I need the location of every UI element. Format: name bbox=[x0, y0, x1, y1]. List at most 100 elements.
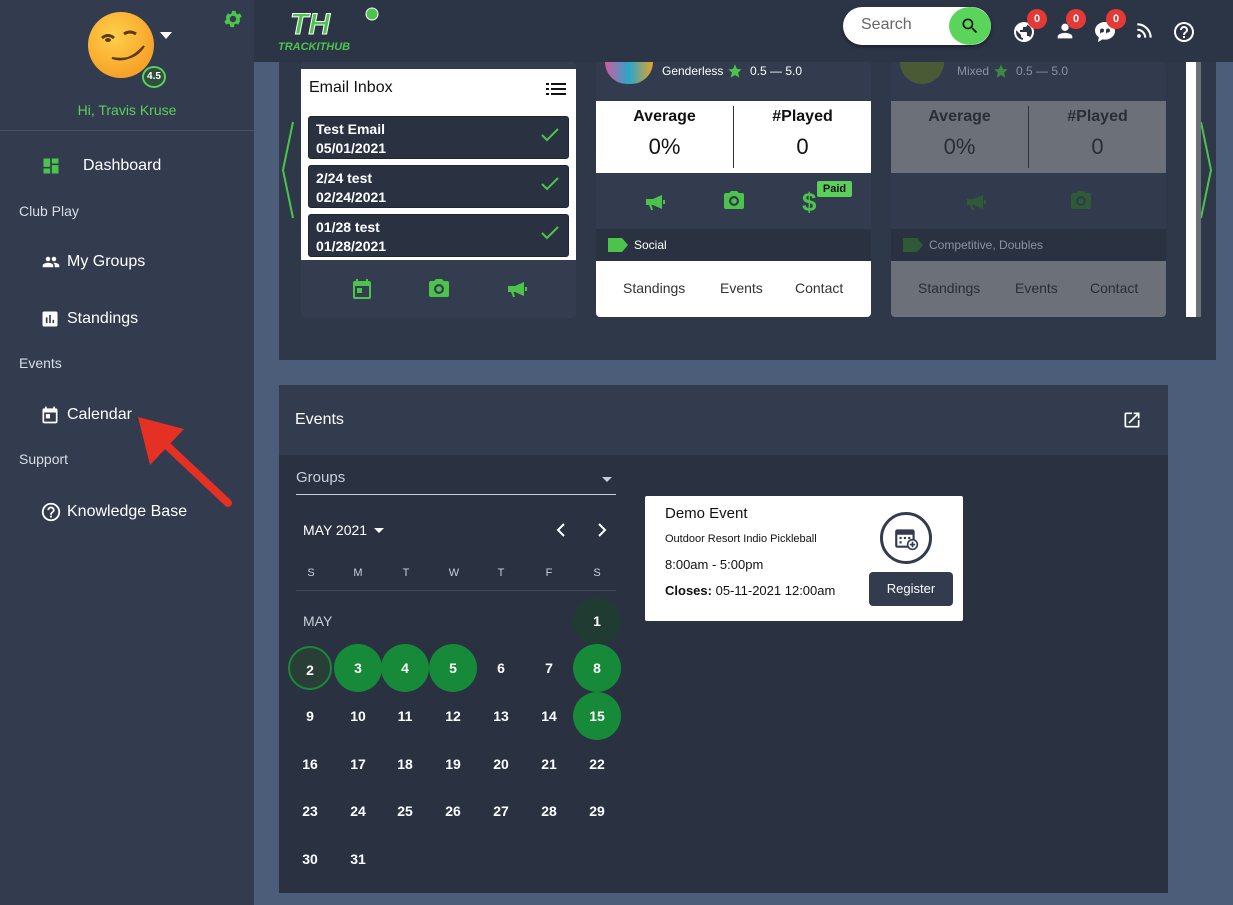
open-in-new-icon[interactable] bbox=[1122, 410, 1142, 430]
calendar-day[interactable]: 27 bbox=[477, 787, 525, 835]
sidebar-item-label: Calendar bbox=[67, 406, 132, 423]
calendar-day[interactable]: 30 bbox=[286, 835, 334, 883]
chat-badge: 0 bbox=[1106, 9, 1126, 29]
user-avatar[interactable] bbox=[88, 12, 154, 78]
search-button[interactable] bbox=[949, 7, 991, 45]
check-icon bbox=[541, 128, 559, 142]
help-icon[interactable] bbox=[1172, 20, 1196, 49]
megaphone-icon[interactable] bbox=[963, 190, 989, 214]
calendar-day[interactable]: 17 bbox=[334, 740, 382, 788]
standings-link[interactable]: Standings bbox=[623, 280, 685, 296]
calendar-day[interactable]: 3 bbox=[334, 644, 382, 692]
group-range: 0.5 — 5.0 bbox=[1016, 64, 1069, 78]
group-icon bbox=[42, 256, 60, 268]
standings-link[interactable]: Standings bbox=[918, 280, 980, 296]
contact-link[interactable]: Contact bbox=[795, 280, 843, 296]
events-title: Events bbox=[295, 411, 344, 428]
dollar-icon[interactable]: $ bbox=[802, 187, 816, 218]
rating-badge: 4.5 bbox=[142, 66, 166, 88]
bar-chart-icon bbox=[42, 311, 58, 327]
app-logo[interactable]: TH TRACKITHUB bbox=[276, 4, 386, 59]
sidebar-item-my-groups[interactable]: My Groups bbox=[40, 253, 145, 271]
calendar-day[interactable]: 4 bbox=[381, 644, 429, 692]
chevron-down-icon[interactable] bbox=[160, 32, 172, 39]
calendar-day[interactable]: 7 bbox=[525, 644, 573, 692]
calendar-day[interactable]: 25 bbox=[381, 787, 429, 835]
calendar-day[interactable]: 23 bbox=[286, 787, 334, 835]
calendar-day[interactable]: 28 bbox=[525, 787, 573, 835]
chevron-left-icon[interactable] bbox=[553, 522, 569, 538]
calendar-day[interactable]: 9 bbox=[286, 692, 334, 740]
event-time: 8:00am - 5:00pm bbox=[665, 557, 764, 572]
sidebar-item-calendar[interactable]: Calendar bbox=[40, 405, 132, 425]
calendar-day[interactable]: 2 bbox=[288, 646, 332, 690]
inbox-item[interactable]: 01/28 test 01/28/2021 bbox=[308, 214, 569, 257]
camera-icon[interactable] bbox=[721, 189, 747, 213]
event-name: Demo Event bbox=[665, 505, 748, 522]
calendar-day[interactable]: 8 bbox=[573, 644, 621, 692]
calendar-day[interactable]: 19 bbox=[429, 740, 477, 788]
calendar-day[interactable]: 31 bbox=[334, 835, 382, 883]
inbox-date: 01/28/2021 bbox=[316, 238, 387, 254]
sidebar-item-dashboard[interactable]: Dashboard bbox=[40, 156, 161, 176]
search-input[interactable] bbox=[861, 16, 951, 34]
calendar-icon[interactable] bbox=[350, 277, 374, 301]
events-link[interactable]: Events bbox=[1015, 280, 1058, 296]
calendar-day[interactable]: 6 bbox=[477, 644, 525, 692]
list-icon[interactable] bbox=[546, 82, 566, 96]
groups-select-label: Groups bbox=[296, 469, 346, 486]
calendar-day[interactable]: 29 bbox=[573, 787, 621, 835]
inbox-item[interactable]: Test Email 05/01/2021 bbox=[308, 116, 569, 159]
gear-icon[interactable] bbox=[222, 8, 244, 35]
contact-link[interactable]: Contact bbox=[1090, 280, 1138, 296]
groups-select[interactable]: Groups bbox=[296, 469, 616, 495]
calendar-day[interactable]: 14 bbox=[525, 692, 573, 740]
group-gender: Genderless bbox=[662, 64, 724, 78]
event-closes-label: Closes: bbox=[665, 583, 712, 598]
paid-badge: Paid bbox=[817, 181, 852, 197]
average-label: Average bbox=[633, 108, 696, 125]
calendar-day[interactable]: 21 bbox=[525, 740, 573, 788]
weekday-label: F bbox=[545, 567, 553, 579]
group-gender: Mixed bbox=[957, 64, 990, 78]
calendar-day[interactable]: 22 bbox=[573, 740, 621, 788]
globe-badge: 0 bbox=[1027, 9, 1047, 29]
event-closes: Closes: 05-11-2021 12:00am bbox=[665, 583, 835, 598]
average-label: Average bbox=[928, 108, 991, 125]
inbox-item[interactable]: 2/24 test 02/24/2021 bbox=[308, 165, 569, 208]
calendar-day[interactable]: 24 bbox=[334, 787, 382, 835]
camera-icon[interactable] bbox=[1068, 189, 1094, 213]
sidebar-item-standings[interactable]: Standings bbox=[40, 309, 138, 329]
annotation-arrow bbox=[138, 417, 232, 507]
weekday-label: M bbox=[353, 567, 363, 579]
month-short-label: MAY bbox=[303, 613, 333, 629]
calendar-day[interactable]: 5 bbox=[429, 644, 477, 692]
megaphone-icon[interactable] bbox=[504, 277, 530, 301]
calendar-day[interactable]: 1 bbox=[573, 597, 621, 645]
camera-icon[interactable] bbox=[426, 277, 452, 301]
calendar-day[interactable]: 10 bbox=[334, 692, 382, 740]
calendar-day[interactable]: 13 bbox=[477, 692, 525, 740]
calendar-day[interactable]: 16 bbox=[286, 740, 334, 788]
calendar-day[interactable]: 20 bbox=[477, 740, 525, 788]
chevron-right-icon[interactable] bbox=[594, 522, 610, 538]
calendar-add-icon bbox=[880, 512, 932, 564]
played-value: 0 bbox=[796, 134, 809, 159]
calendar-day[interactable]: 11 bbox=[381, 692, 429, 740]
calendar-day[interactable]: 18 bbox=[381, 740, 429, 788]
carousel-next-icon[interactable] bbox=[1199, 120, 1213, 220]
inbox-date: 05/01/2021 bbox=[316, 140, 387, 156]
calendar-day[interactable]: 26 bbox=[429, 787, 477, 835]
register-button[interactable]: Register bbox=[869, 572, 953, 606]
chevron-down-icon bbox=[602, 477, 612, 482]
events-link[interactable]: Events bbox=[720, 280, 763, 296]
check-icon bbox=[541, 226, 559, 240]
calendar-day[interactable]: 15 bbox=[573, 692, 621, 740]
month-select[interactable]: MAY 2021 bbox=[303, 522, 385, 538]
inbox-list: Test Email 05/01/2021 2/24 test 02/24/20… bbox=[301, 116, 576, 259]
event-closes-value: 05-11-2021 12:00am bbox=[715, 583, 836, 598]
carousel-prev-icon[interactable] bbox=[281, 120, 295, 220]
megaphone-icon[interactable] bbox=[642, 190, 668, 214]
calendar-day[interactable]: 12 bbox=[429, 692, 477, 740]
rss-icon[interactable] bbox=[1134, 21, 1154, 46]
